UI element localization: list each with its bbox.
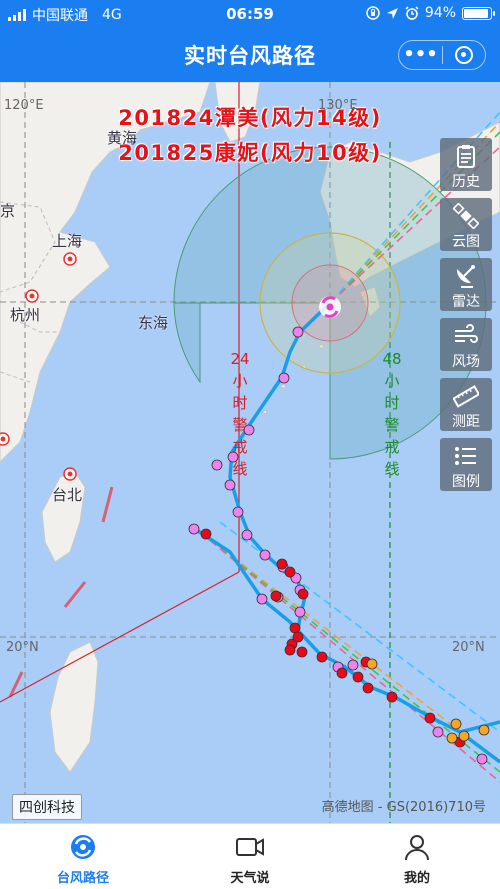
label-shanghai: 上海 <box>52 232 83 250</box>
coord-20n-left: 20°N <box>6 640 39 655</box>
tab-mine-label: 我的 <box>403 871 430 886</box>
ruler-icon <box>453 385 479 408</box>
tool-cloud-label: 云图 <box>452 234 480 250</box>
more-button[interactable]: ••• <box>399 41 442 69</box>
tool-history[interactable]: 历史 <box>440 138 492 191</box>
tab-typhoon-path[interactable]: 台风路径 <box>28 832 138 886</box>
miniprogram-capsule: ••• <box>398 40 486 70</box>
warning-48h-label: 48 小 时 警 戒 线 <box>381 348 403 480</box>
tool-radar[interactable]: 雷达 <box>440 258 492 311</box>
tool-radar-label: 雷达 <box>452 294 480 310</box>
location-icon <box>386 7 398 19</box>
tool-cloud[interactable]: 云图 <box>440 198 492 251</box>
typhoon-icon <box>71 835 95 859</box>
tab-mine[interactable]: 我的 <box>362 832 472 886</box>
satellite-icon <box>453 203 479 229</box>
status-right: 94% <box>366 5 495 21</box>
close-button[interactable] <box>443 46 485 64</box>
warning-24h-char: 时 <box>232 394 248 412</box>
tool-measure[interactable]: 测距 <box>440 378 492 431</box>
label-jing: 京 <box>0 202 16 220</box>
list-icon <box>455 447 476 465</box>
tool-legend-label: 图例 <box>452 474 480 490</box>
brand-badge: 四创科技 <box>12 794 82 820</box>
warning-24h-char: 24 <box>230 350 250 368</box>
tool-legend[interactable]: 图例 <box>440 438 492 491</box>
warning-24h-char: 戒 <box>232 438 248 456</box>
warning-48h-char: 戒 <box>384 438 400 456</box>
close-ring-icon <box>454 46 473 64</box>
battery-icon <box>462 6 495 20</box>
label-hangzhou: 杭州 <box>10 306 41 324</box>
map-tools: 历史 云图 雷达 风场 测距 图例 <box>440 138 492 498</box>
tab-weather-talk[interactable]: 天气说 <box>195 832 305 886</box>
map-copyright: 高德地图 - GS(2016)710号 <box>321 800 486 815</box>
tab-weather-talk-label: 天气说 <box>230 871 270 886</box>
headline-trami: 201824潭美(风力14级) <box>118 106 382 130</box>
warning-24h-char: 线 <box>232 460 248 478</box>
alarm-icon <box>405 6 419 20</box>
warning-48h-char: 48 <box>382 350 402 368</box>
warning-24h-char: 警 <box>232 416 248 434</box>
warning-24h-label: 24 小 时 警 戒 线 <box>229 348 251 480</box>
tool-wind-label: 风场 <box>452 354 480 370</box>
rotation-lock-icon <box>366 6 380 20</box>
warning-48h-char: 线 <box>384 460 400 478</box>
tool-measure-label: 测距 <box>452 414 480 430</box>
wind-radius-7-west <box>173 302 201 384</box>
warning-48h-char: 小 <box>384 372 400 390</box>
tool-history-label: 历史 <box>452 174 480 190</box>
bottom-tab-bar: 台风路径 天气说 我的 <box>0 823 500 889</box>
warning-48h-char: 时 <box>384 394 400 412</box>
battery-percent: 94% <box>424 5 456 21</box>
clipboard-icon <box>457 145 475 168</box>
user-icon <box>405 835 429 861</box>
warning-24h-char: 小 <box>232 372 248 390</box>
tool-wind[interactable]: 风场 <box>440 318 492 371</box>
typhoon-center-icon <box>319 296 341 318</box>
label-east-sea: 东海 <box>138 314 169 332</box>
coord-120e: 120°E <box>4 98 44 113</box>
video-camera-icon <box>236 838 264 856</box>
wind-icon <box>455 324 478 343</box>
radar-dish-icon <box>456 265 475 288</box>
coord-130e: 130°E <box>318 98 358 113</box>
title-bar: 实时台风路径 ••• <box>0 28 500 82</box>
coord-20n-right: 20°N <box>452 640 485 655</box>
warning-48h-char: 警 <box>384 416 400 434</box>
headline-kongrey: 201825康妮(风力10级) <box>118 141 382 165</box>
tab-typhoon-path-label: 台风路径 <box>56 871 109 886</box>
label-taipei: 台北 <box>52 486 83 504</box>
label-yellow-sea: 黄海 <box>107 129 138 147</box>
status-bar: 中国联通 4G 06:59 94% <box>0 0 500 28</box>
typhoon-map[interactable]: 201824潭美(风力14级) 201825康妮(风力10级) 黄海 东海 上海… <box>0 82 500 823</box>
